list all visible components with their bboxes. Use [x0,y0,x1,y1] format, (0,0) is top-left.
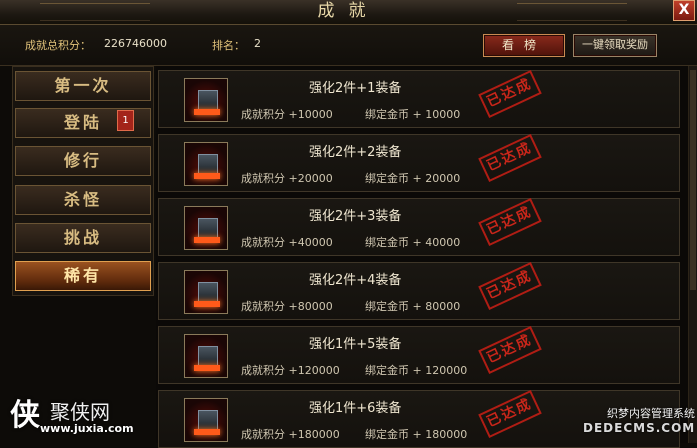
achievement-gold: 绑定金币 + 40000 [365,236,461,249]
watermark-url: www.juxia.com [40,422,134,435]
achievement-card: 强化2件+2装备 成就积分 +20000 绑定金币 + 20000 已达成 [158,133,680,192]
tab-kill-monsters[interactable]: 杀怪 [15,185,151,215]
achievement-gold: 绑定金币 + 120000 [365,364,468,377]
anvil-icon [184,206,228,250]
rank-label: 排名： [212,39,245,52]
total-score-label: 成就总积分： [25,39,91,52]
dedecms-watermark: 织梦内容管理系统 DEDECMS.COM [583,405,695,441]
tab-challenge[interactable]: 挑战 [15,223,151,253]
achievement-list: 强化2件+1装备 成就积分 +10000 绑定金币 + 10000 已达成 强化… [156,66,697,448]
notification-badge: 1 [117,110,134,131]
achievement-card: 强化2件+1装备 成就积分 +10000 绑定金币 + 10000 已达成 [158,69,680,128]
achievement-score: 成就积分 +20000 [241,172,333,185]
achievement-score: 成就积分 +10000 [241,108,333,121]
title-bar: 成就 X [0,0,697,25]
achievement-score: 成就积分 +40000 [241,236,333,249]
category-sidebar: 第一次 登陆 1 修行 杀怪 挑战 稀有 [12,66,154,296]
achievement-gold: 绑定金币 + 20000 [365,172,461,185]
rank-value: 2 [254,37,261,50]
close-icon[interactable]: X [673,0,695,21]
window-title: 成就 [317,1,380,21]
achievement-card: 强化2件+4装备 成就积分 +80000 绑定金币 + 80000 已达成 [158,261,680,320]
anvil-icon [184,398,228,442]
total-score-value: 226746000 [104,37,167,50]
tab-login[interactable]: 登陆 1 [15,108,151,138]
achievement-card: 强化1件+5装备 成就积分 +120000 绑定金币 + 120000 已达成 [158,325,680,384]
achievement-score: 成就积分 +180000 [241,428,340,441]
claim-all-rewards-button[interactable]: 一键领取奖励 [573,34,657,57]
tab-label: 稀有 [63,266,102,285]
achievement-gold: 绑定金币 + 10000 [365,108,461,121]
tab-label: 登陆 [63,113,102,132]
anvil-icon [184,142,228,186]
tab-label: 杀怪 [63,190,102,209]
view-ranking-button[interactable]: 看榜 [483,34,565,57]
achievement-score: 成就积分 +80000 [241,300,333,313]
scrollbar-thumb[interactable] [690,70,696,290]
tab-rare[interactable]: 稀有 [15,261,151,291]
tab-label: 挑战 [63,228,102,247]
tab-label: 修行 [63,151,102,170]
watermark-line2: DEDECMS.COM [583,421,696,435]
scrollbar[interactable] [688,66,697,443]
tab-label: 第一次 [54,76,112,95]
tab-first-time[interactable]: 第一次 [15,71,151,101]
juxia-watermark: 侠 聚侠网 www.juxia.com [0,388,155,443]
anvil-icon [184,270,228,314]
watermark-logo: 侠 [10,398,40,433]
achievement-card: 强化2件+3装备 成就积分 +40000 绑定金币 + 40000 已达成 [158,197,680,256]
watermark-line1: 织梦内容管理系统 [607,407,695,420]
achievement-gold: 绑定金币 + 180000 [365,428,468,441]
info-bar: 成就总积分： 226746000 排名： 2 看榜 一键领取奖励 [0,25,697,66]
tab-cultivation[interactable]: 修行 [15,146,151,176]
achievement-score: 成就积分 +120000 [241,364,340,377]
anvil-icon [184,78,228,122]
anvil-icon [184,334,228,378]
achievement-gold: 绑定金币 + 80000 [365,300,461,313]
watermark-name: 聚侠网 [50,400,110,424]
